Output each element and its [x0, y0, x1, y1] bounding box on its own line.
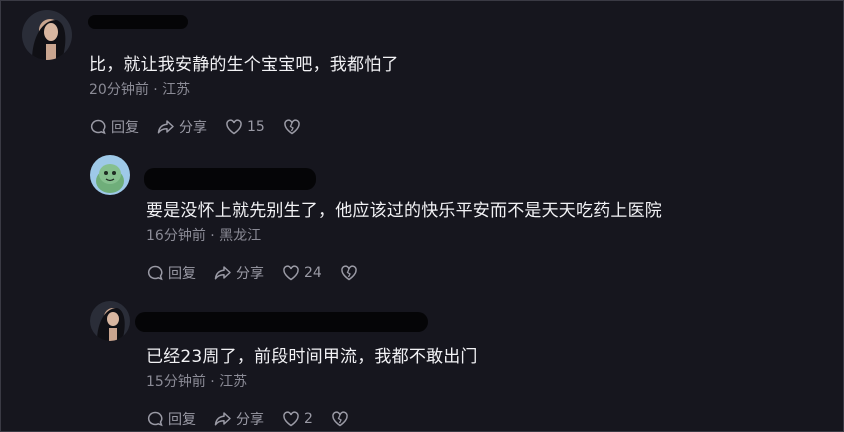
broken-heart-icon [284, 119, 300, 135]
dislike-button[interactable] [283, 118, 301, 136]
reply-button[interactable]: 回复 [146, 263, 196, 283]
reply-button[interactable]: 回复 [89, 117, 139, 137]
share-arrow-icon [157, 120, 174, 134]
heart-icon [226, 119, 242, 135]
username-redacted [135, 312, 428, 332]
comment-text: 已经23周了，前段时间甲流，我都不敢出门 [146, 347, 478, 367]
comment-text: 要是没怀上就先别生了，他应该过的快乐平安而不是天天吃药上医院 [146, 201, 662, 221]
username-redacted [144, 168, 316, 190]
heart-icon [283, 411, 299, 427]
reply-label: 回复 [111, 120, 139, 136]
dislike-button[interactable] [340, 264, 358, 282]
like-count: 2 [304, 411, 313, 427]
like-button[interactable]: 24 [282, 264, 322, 282]
share-arrow-icon [214, 266, 231, 280]
like-count: 15 [247, 119, 265, 135]
broken-heart-icon [341, 265, 357, 281]
like-button[interactable]: 2 [282, 410, 313, 428]
comment-meta: 15分钟前 · 江苏 [146, 374, 248, 390]
broken-heart-icon [332, 411, 348, 427]
share-button[interactable]: 分享 [157, 117, 207, 137]
share-arrow-icon [214, 412, 231, 426]
avatar[interactable] [90, 155, 130, 195]
dislike-button[interactable] [331, 410, 349, 428]
avatar[interactable] [22, 10, 72, 60]
share-button[interactable]: 分享 [214, 263, 264, 283]
heart-icon [283, 265, 299, 281]
avatar[interactable] [90, 301, 130, 341]
comment-meta: 16分钟前 · 黑龙江 [146, 228, 262, 244]
reply-bubble-icon [147, 265, 163, 281]
comment-meta: 20分钟前 · 江苏 [89, 82, 191, 98]
reply-bubble-icon [90, 119, 106, 135]
reply-label: 回复 [168, 266, 196, 282]
comment-text: 比，就让我安静的生个宝宝吧，我都怕了 [89, 55, 399, 75]
like-count: 24 [304, 265, 322, 281]
reply-bubble-icon [147, 411, 163, 427]
share-label: 分享 [179, 120, 207, 136]
share-label: 分享 [236, 412, 264, 428]
share-label: 分享 [236, 266, 264, 282]
like-button[interactable]: 15 [225, 118, 265, 136]
comment-actions: 回复 分享 2 [146, 409, 349, 429]
username-redacted [88, 15, 188, 29]
reply-label: 回复 [168, 412, 196, 428]
share-button[interactable]: 分享 [214, 409, 264, 429]
comment-actions: 回复 分享 24 [146, 263, 358, 283]
reply-button[interactable]: 回复 [146, 409, 196, 429]
comment-actions: 回复 分享 15 [89, 117, 301, 137]
